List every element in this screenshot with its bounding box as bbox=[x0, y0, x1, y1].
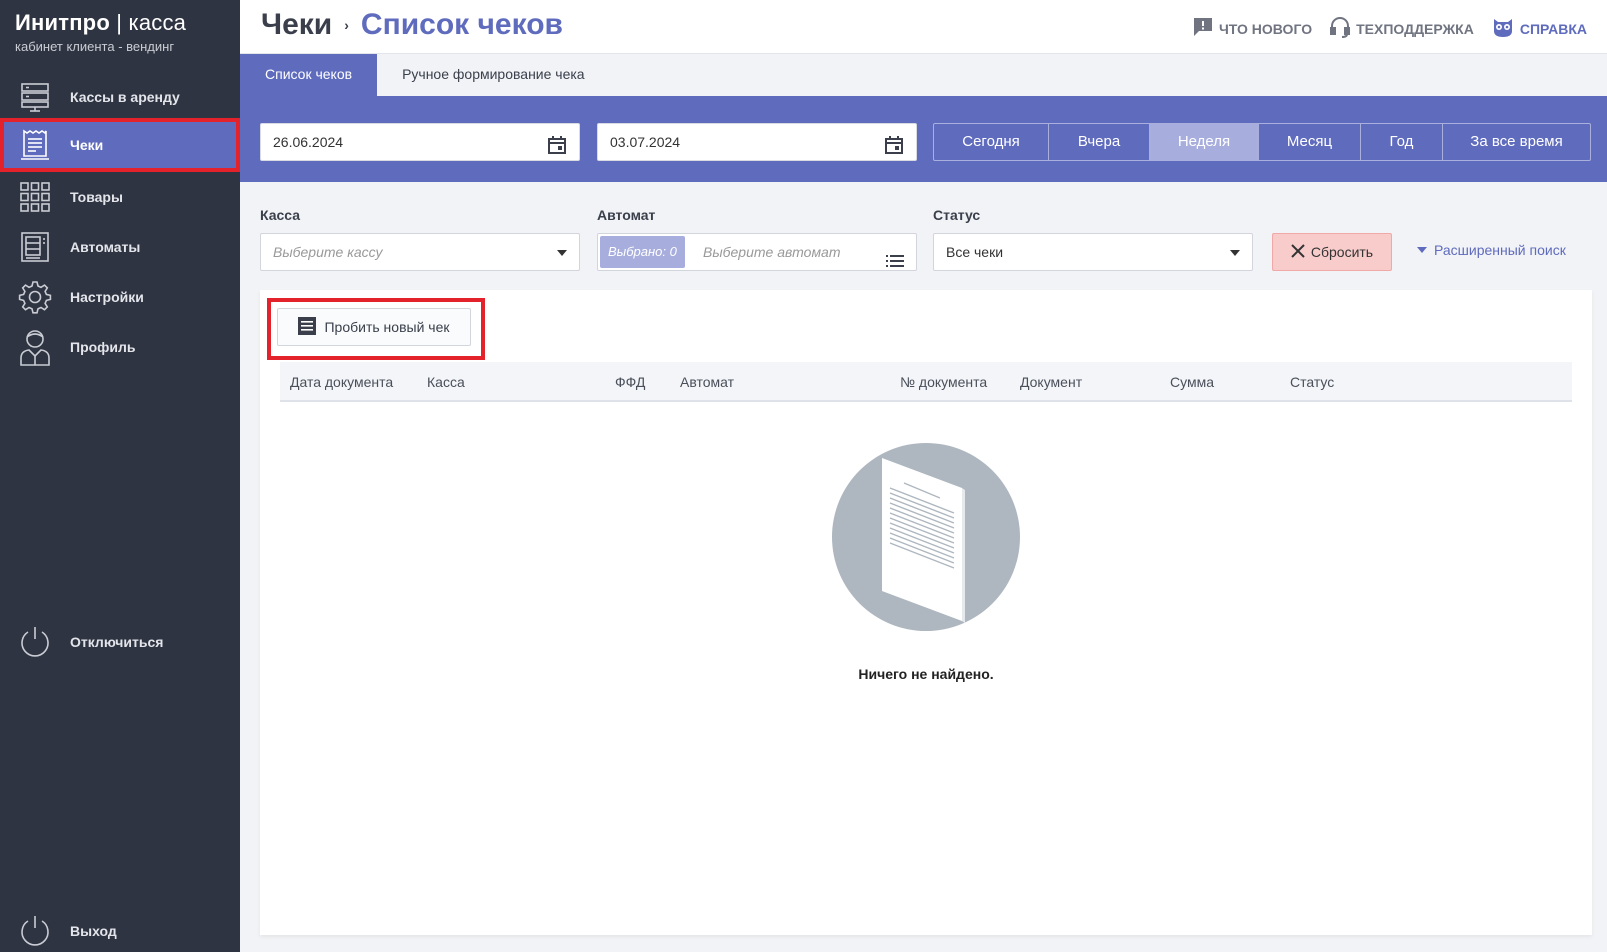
period-today-button[interactable]: Сегодня bbox=[934, 124, 1049, 160]
new-check-label: Пробить новый чек bbox=[324, 319, 450, 335]
power-icon bbox=[17, 913, 53, 949]
kassa-label: Касса bbox=[260, 207, 301, 223]
vending-machine-icon bbox=[17, 229, 53, 265]
gear-icon bbox=[17, 279, 53, 315]
empty-state-message: Ничего не найдено. bbox=[858, 666, 994, 682]
sidebar-item-rent-kassy[interactable]: Кассы в аренду bbox=[0, 72, 240, 122]
sidebar-item-goods[interactable]: Товары bbox=[0, 172, 240, 222]
brand-divider: | bbox=[116, 10, 123, 35]
sidebar-item-profile[interactable]: Профиль bbox=[0, 322, 240, 372]
whats-new-label: ЧТО НОВОГО bbox=[1218, 20, 1313, 37]
period-all-time-button[interactable]: За все время bbox=[1443, 124, 1590, 160]
chevron-down-icon bbox=[1230, 250, 1240, 256]
advanced-search-label: Расширенный поиск bbox=[1434, 242, 1566, 258]
kassa-select[interactable]: Выберите кассу bbox=[260, 233, 580, 271]
support-link[interactable]: ТЕХПОДДЕРЖКА bbox=[1330, 16, 1474, 41]
brand-name: Инитпро bbox=[15, 10, 110, 35]
tab-bar: Список чеков Ручное формирование чека bbox=[240, 54, 1607, 96]
logout-button[interactable]: Выход bbox=[0, 906, 240, 952]
period-yesterday-button[interactable]: Вчера bbox=[1049, 124, 1150, 160]
sidebar-item-settings[interactable]: Настройки bbox=[0, 272, 240, 322]
checks-panel: Пробить новый чек Дата документа Касса Ф… bbox=[260, 290, 1592, 935]
sidebar-item-label: Настройки bbox=[70, 289, 144, 305]
reset-button[interactable]: Сбросить bbox=[1272, 233, 1392, 271]
sidebar-item-label: Автоматы bbox=[70, 239, 141, 255]
breadcrumb-separator: › bbox=[344, 17, 349, 33]
period-week-button[interactable]: Неделя bbox=[1150, 124, 1259, 160]
sidebar-item-label: Товары bbox=[70, 189, 123, 205]
headset-icon bbox=[1330, 16, 1351, 41]
date-to-value: 03.07.2024 bbox=[610, 134, 681, 150]
column-header-automat[interactable]: Автомат bbox=[680, 362, 734, 402]
column-header-doc-number[interactable]: № документа bbox=[900, 362, 987, 402]
column-header-status[interactable]: Статус bbox=[1290, 362, 1334, 402]
column-header-ffd[interactable]: ФФД bbox=[615, 362, 645, 402]
date-filter-bar: 26.06.2024 03.07.2024 Сегодня Вчера Неде… bbox=[240, 96, 1607, 182]
sidebar-item-label: Чеки bbox=[70, 137, 104, 153]
brand-product: касса bbox=[128, 10, 187, 35]
calendar-icon[interactable] bbox=[884, 132, 904, 168]
user-icon bbox=[17, 329, 53, 366]
news-icon bbox=[1193, 17, 1213, 40]
receipt-icon bbox=[17, 127, 53, 163]
disconnect-button[interactable]: Отключиться bbox=[0, 617, 240, 667]
date-from-input[interactable]: 26.06.2024 bbox=[260, 123, 580, 161]
owl-icon bbox=[1492, 16, 1514, 41]
status-select[interactable]: Все чеки bbox=[933, 233, 1253, 271]
breadcrumb-root[interactable]: Чеки bbox=[261, 8, 332, 42]
period-month-button[interactable]: Месяц bbox=[1259, 124, 1361, 160]
page-title: Чеки › Список чеков bbox=[261, 8, 563, 42]
column-header-sum[interactable]: Сумма bbox=[1170, 362, 1214, 402]
close-icon bbox=[1291, 243, 1305, 261]
list-icon[interactable] bbox=[886, 245, 904, 281]
date-to-input[interactable]: 03.07.2024 bbox=[597, 123, 917, 161]
whats-new-link[interactable]: ЧТО НОВОГО bbox=[1193, 17, 1312, 40]
support-label: ТЕХПОДДЕРЖКА bbox=[1356, 20, 1474, 37]
table-header: Дата документа Касса ФФД Автомат № докум… bbox=[280, 362, 1572, 402]
sidebar-item-automats[interactable]: Автоматы bbox=[0, 222, 240, 272]
automat-selected-count: Выбрано: 0 bbox=[600, 236, 685, 268]
column-header-doc-date[interactable]: Дата документа bbox=[290, 362, 393, 402]
help-link[interactable]: СПРАВКА bbox=[1492, 16, 1587, 41]
page-header: Чеки › Список чеков ЧТО НОВОГО ТЕХПОДДЕР… bbox=[240, 0, 1607, 54]
new-check-button[interactable]: Пробить новый чек bbox=[277, 308, 471, 346]
grid-icon bbox=[17, 179, 53, 215]
document-icon bbox=[298, 316, 317, 338]
column-header-document[interactable]: Документ bbox=[1020, 362, 1082, 402]
tab-manual-check[interactable]: Ручное формирование чека bbox=[377, 54, 610, 96]
disconnect-label: Отключиться bbox=[70, 634, 164, 650]
empty-state-illustration bbox=[832, 443, 1020, 636]
status-label: Статус bbox=[933, 207, 981, 223]
brand-subtitle: кабинет клиента - вендинг bbox=[15, 39, 175, 54]
automat-label: Автомат bbox=[597, 207, 656, 223]
power-icon bbox=[17, 624, 53, 660]
period-selector: Сегодня Вчера Неделя Месяц Год За все вр… bbox=[933, 123, 1591, 161]
automat-placeholder: Выберите автомат bbox=[703, 244, 841, 260]
date-from-value: 26.06.2024 bbox=[273, 134, 344, 150]
caret-down-icon bbox=[1417, 247, 1427, 253]
help-label: СПРАВКА bbox=[1519, 20, 1587, 37]
period-year-button[interactable]: Год bbox=[1361, 124, 1443, 160]
server-icon bbox=[17, 79, 53, 115]
column-header-kassa[interactable]: Касса bbox=[427, 362, 465, 402]
top-links: ЧТО НОВОГО ТЕХПОДДЕРЖКА СПРАВКА bbox=[1193, 16, 1587, 41]
sidebar-item-label: Кассы в аренду bbox=[70, 89, 180, 105]
brand-title: Инитпро | касса bbox=[15, 10, 186, 36]
sidebar: Инитпро | касса кабинет клиента - вендин… bbox=[0, 0, 240, 952]
breadcrumb-current: Список чеков bbox=[360, 8, 563, 41]
reset-label: Сбросить bbox=[1310, 244, 1374, 260]
tab-check-list[interactable]: Список чеков bbox=[240, 54, 378, 96]
automat-select[interactable]: Выбрано: 0 Выберите автомат bbox=[597, 233, 917, 271]
kassa-placeholder: Выберите кассу bbox=[273, 244, 383, 260]
brand: Инитпро | касса кабинет клиента - вендин… bbox=[15, 10, 186, 54]
logout-label: Выход bbox=[70, 923, 117, 939]
advanced-search-link[interactable]: Расширенный поиск bbox=[1417, 242, 1566, 258]
sidebar-item-checks[interactable]: Чеки bbox=[0, 118, 240, 172]
chevron-down-icon bbox=[557, 250, 567, 256]
sidebar-item-label: Профиль bbox=[70, 339, 136, 355]
highlight-frame: Пробить новый чек bbox=[267, 298, 485, 360]
status-value: Все чеки bbox=[946, 244, 1004, 260]
calendar-icon[interactable] bbox=[547, 132, 567, 168]
